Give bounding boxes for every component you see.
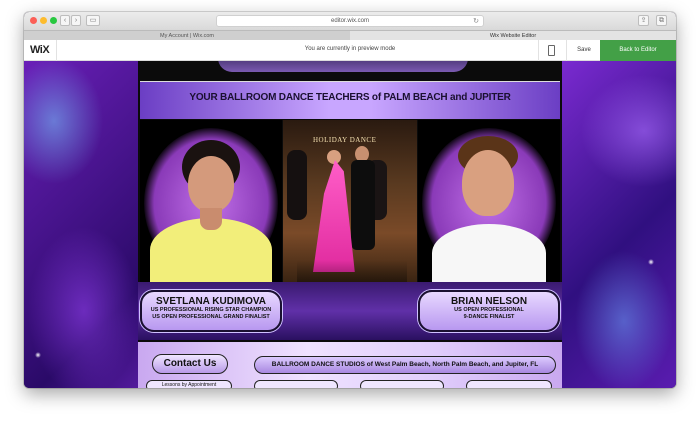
tab-bar: My Account | Wix.com Wix Website Editor [24, 30, 676, 41]
studios-banner[interactable]: BALLROOM DANCE STUDIOS of West Palm Beac… [254, 356, 556, 374]
contact-us-button[interactable]: Contact Us [152, 354, 228, 374]
nav-pill[interactable] [254, 380, 338, 388]
browser-titlebar: ‹ › ▭ editor.wix.com ↻ ⇪ ⧉ [24, 12, 676, 30]
divider [566, 40, 567, 61]
teacher-title-line: US PROFESSIONAL RISING STAR CHAMPION [150, 307, 272, 313]
save-button[interactable]: Save [570, 40, 598, 61]
reload-icon[interactable]: ↻ [473, 16, 479, 27]
brian-name-badge: BRIAN NELSON US OPEN PROFESSIONAL 9-DANC… [418, 290, 560, 332]
teacher-title-line: US OPEN PROFESSIONAL GRAND FINALIST [152, 313, 270, 320]
svetlana-name-badge: SVETLANA KUDIMOVA US PROFESSIONAL RISING… [140, 290, 282, 332]
share-icon[interactable]: ⇪ [638, 15, 649, 26]
back-to-editor-button[interactable]: Back to Editor [600, 40, 676, 61]
ballroom-dance-photo: HOLIDAY DANCE [283, 120, 417, 282]
divider [538, 40, 539, 61]
teacher-title-line: 9-DANCE FINALIST [463, 313, 515, 320]
teacher-name: SVETLANA KUDIMOVA [156, 296, 266, 307]
address-bar[interactable]: editor.wix.com ↻ [216, 15, 484, 27]
minimize-window-button[interactable] [40, 17, 47, 24]
nav-pill[interactable] [466, 380, 552, 388]
header-decoration [218, 61, 468, 72]
close-window-button[interactable] [30, 17, 37, 24]
sidebar-icon[interactable]: ▭ [86, 15, 100, 26]
nav-pill[interactable] [360, 380, 444, 388]
heading-banner: YOUR BALLROOM DANCE TEACHERS of PALM BEA… [140, 81, 560, 119]
mobile-view-icon[interactable] [548, 45, 555, 56]
site-center-column: YOUR BALLROOM DANCE TEACHERS of PALM BEA… [138, 61, 562, 388]
brian-photo [418, 120, 560, 282]
wix-preview-bar: WiX You are currently in preview mode Sa… [24, 40, 676, 61]
teachers-name-row: SVETLANA KUDIMOVA US PROFESSIONAL RISING… [138, 282, 562, 340]
site-preview: YOUR BALLROOM DANCE TEACHERS of PALM BEA… [24, 61, 676, 388]
back-nav-button[interactable]: ‹ [60, 15, 70, 26]
svetlana-photo [140, 120, 282, 282]
holiday-dance-sign: HOLIDAY DANCE [313, 136, 377, 144]
page-heading: YOUR BALLROOM DANCE TEACHERS of PALM BEA… [189, 92, 511, 103]
browser-window: ‹ › ▭ editor.wix.com ↻ ⇪ ⧉ My Account | … [24, 12, 676, 388]
address-text: editor.wix.com [330, 18, 369, 24]
lessons-label: Lessons by Appointment [161, 382, 217, 388]
lower-section: Contact Us BALLROOM DANCE STUDIOS of Wes… [138, 342, 562, 388]
teacher-name: BRIAN NELSON [450, 296, 528, 307]
tabs-icon[interactable]: ⧉ [656, 15, 667, 26]
forward-nav-button[interactable]: › [71, 15, 81, 26]
zoom-window-button[interactable] [50, 17, 57, 24]
lessons-button[interactable]: Lessons by Appointment [146, 380, 232, 388]
